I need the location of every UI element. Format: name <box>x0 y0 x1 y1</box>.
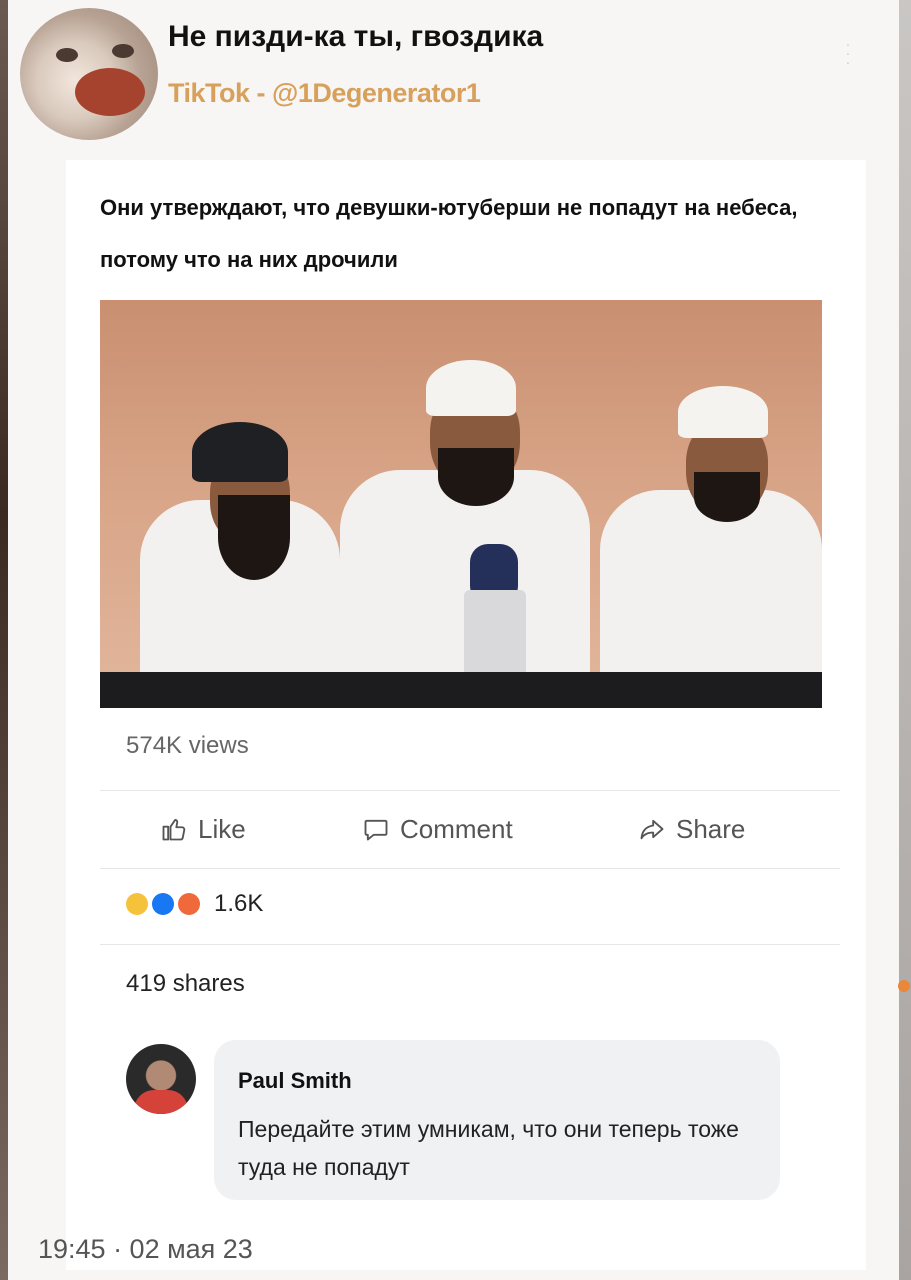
comment-button[interactable]: Comment <box>362 804 513 854</box>
cap-middle <box>426 360 516 416</box>
more-options-icon[interactable]: · · · <box>842 37 854 76</box>
speech-bubble-icon <box>364 819 388 841</box>
share-arrow-icon <box>640 819 664 840</box>
divider <box>100 868 840 869</box>
background-strip-right <box>899 0 911 1280</box>
background-strip-left <box>0 0 8 1280</box>
beard-left <box>218 495 290 580</box>
avatar-shirt <box>134 1090 188 1114</box>
message-card: Не пизди-ка ты, гвоздика TikTok - @1Dege… <box>8 0 899 1280</box>
view-count: 574K views <box>126 732 249 759</box>
divider <box>100 944 840 945</box>
comment-label: Comment <box>400 813 513 844</box>
facebook-post: Они утверждают, что девушки-ютуберши не … <box>66 160 866 1270</box>
like-button[interactable]: Like <box>160 804 246 854</box>
like-reaction-icon <box>152 893 174 915</box>
channel-title: Не пизди-ка ты, гвоздика <box>168 20 544 53</box>
comment-text: Передайте этим умникам, что они теперь т… <box>238 1116 739 1180</box>
channel-avatar[interactable] <box>20 8 158 140</box>
avatar-eye <box>56 48 78 62</box>
action-bar: Like Comment Share <box>100 804 840 854</box>
comment-bubble: Paul Smith Передайте этим умникам, что о… <box>214 1040 780 1200</box>
reactions-summary[interactable]: 1.6K <box>126 890 263 918</box>
share-label: Share <box>676 813 746 844</box>
thumbs-up-icon <box>162 818 186 841</box>
share-button[interactable]: Share <box>638 804 745 854</box>
share-count[interactable]: 419 shares <box>126 970 245 998</box>
commenter-avatar[interactable] <box>126 1044 196 1114</box>
comment-author[interactable]: Paul Smith <box>238 1068 352 1094</box>
post-photo[interactable] <box>100 300 822 708</box>
post-text: Они утверждают, что девушки-ютуберши не … <box>100 195 798 272</box>
beard-right <box>694 472 760 522</box>
cap-left <box>192 422 288 482</box>
avatar-mouth <box>75 68 145 116</box>
scroll-indicator-dot <box>898 980 910 992</box>
table <box>100 672 822 708</box>
laugh-reaction-icon <box>126 893 148 915</box>
beard-middle <box>438 448 514 506</box>
source-caption: TikTok - @1Degenerator1 <box>168 78 481 108</box>
reaction-count: 1.6K <box>214 890 264 917</box>
cap-right <box>678 386 768 438</box>
like-label: Like <box>198 813 246 844</box>
divider <box>100 790 840 791</box>
message-timestamp: 19:45 · 02 мая 23 <box>38 1234 253 1264</box>
angry-reaction-icon <box>178 893 200 915</box>
avatar-eye <box>112 44 134 58</box>
microphone-stand <box>464 590 526 680</box>
